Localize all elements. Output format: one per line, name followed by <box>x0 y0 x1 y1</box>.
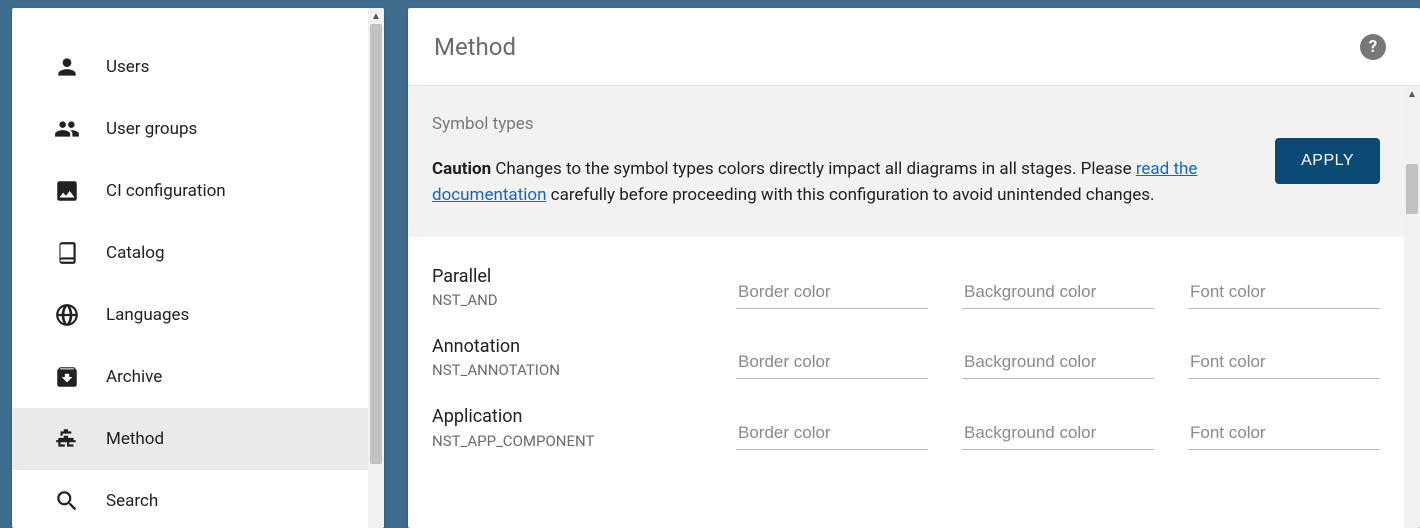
caution-text-after: carefully before proceeding with this co… <box>546 185 1154 205</box>
archive-icon <box>54 364 80 390</box>
main-panel: Method ? Symbol types Caution Changes to… <box>408 8 1420 528</box>
scroll-track[interactable] <box>368 24 384 528</box>
symbol-name: Application <box>432 405 702 429</box>
user-icon <box>54 54 80 80</box>
symbol-row: Parallel NST_AND <box>432 245 1380 315</box>
sidebar-item-label: Languages <box>106 305 189 325</box>
font-color-input[interactable] <box>1188 278 1380 309</box>
background-color-input[interactable] <box>962 348 1154 379</box>
scroll-up-arrow-icon[interactable]: ▲ <box>1404 86 1420 102</box>
border-color-input[interactable] <box>736 348 928 379</box>
sidebar-item-catalog[interactable]: Catalog <box>12 222 368 284</box>
caution-text-before: Changes to the symbol types colors direc… <box>491 159 1136 179</box>
symbol-row: Annotation NST_ANNOTATION <box>432 315 1380 385</box>
section-heading-symbol-types: Symbol types <box>432 114 1245 134</box>
sidebar-item-label: Catalog <box>106 243 165 263</box>
symbol-types-table: ParallelNST_ANDAnnotationNST_ANNOTATIONA… <box>408 237 1404 456</box>
sidebar-item-languages[interactable]: Languages <box>12 284 368 346</box>
font-color-input[interactable] <box>1188 419 1380 450</box>
scroll-track[interactable] <box>1404 102 1420 528</box>
symbol-name: Annotation <box>432 335 702 359</box>
sidebar-item-label: Search <box>106 491 158 511</box>
main-scrollbar[interactable]: ▲ <box>1404 86 1420 528</box>
group-icon <box>54 116 80 142</box>
sidebar-item-label: User groups <box>106 119 197 139</box>
sidebar-item-label: CI configuration <box>106 181 226 201</box>
background-color-input[interactable] <box>962 278 1154 309</box>
symbol-id: NST_ANNOTATION <box>432 361 702 379</box>
main-header: Method ? <box>408 8 1420 86</box>
caution-strong: Caution <box>432 159 491 179</box>
help-icon[interactable]: ? <box>1360 34 1386 60</box>
page-title: Method <box>434 33 1360 61</box>
sidebar-item-search[interactable]: Search <box>12 470 368 528</box>
sidebar: Users User groups CI configuration Catalog… <box>12 8 384 528</box>
sidebar-item-method[interactable]: Method <box>12 408 368 470</box>
border-color-input[interactable] <box>736 278 928 309</box>
border-color-input[interactable] <box>736 419 928 450</box>
font-color-input[interactable] <box>1188 348 1380 379</box>
caution-banner: Symbol types Caution Changes to the symb… <box>408 86 1404 237</box>
sitemap-icon <box>54 426 80 452</box>
scroll-thumb[interactable] <box>370 24 382 464</box>
symbol-label-cell: Annotation NST_ANNOTATION <box>432 335 702 379</box>
symbol-name: Parallel <box>432 265 702 289</box>
scroll-thumb[interactable] <box>1406 164 1418 214</box>
symbol-id: NST_AND <box>432 291 702 309</box>
sidebar-item-label: Archive <box>106 367 162 387</box>
sidebar-item-user-groups[interactable]: User groups <box>12 98 368 160</box>
scroll-up-arrow-icon[interactable]: ▲ <box>368 8 384 24</box>
caution-text: Caution Changes to the symbol types colo… <box>432 156 1245 209</box>
background-color-input[interactable] <box>962 419 1154 450</box>
book-icon <box>54 240 80 266</box>
symbol-row: Application NST_APP_COMPONENT <box>432 385 1380 455</box>
sidebar-scrollbar[interactable]: ▲ <box>368 8 384 528</box>
sidebar-item-ci-configuration[interactable]: CI configuration <box>12 160 368 222</box>
apply-button[interactable]: APPLY <box>1275 138 1380 184</box>
image-icon <box>54 178 80 204</box>
sidebar-item-archive[interactable]: Archive <box>12 346 368 408</box>
sidebar-item-label: Method <box>106 429 164 449</box>
globe-icon <box>54 302 80 328</box>
sidebar-item-label: Users <box>106 57 149 77</box>
search-icon <box>54 488 80 514</box>
symbol-label-cell: Parallel NST_AND <box>432 265 702 309</box>
symbol-label-cell: Application NST_APP_COMPONENT <box>432 405 702 449</box>
sidebar-item-users[interactable]: Users <box>12 36 368 98</box>
symbol-id: NST_APP_COMPONENT <box>432 432 702 450</box>
